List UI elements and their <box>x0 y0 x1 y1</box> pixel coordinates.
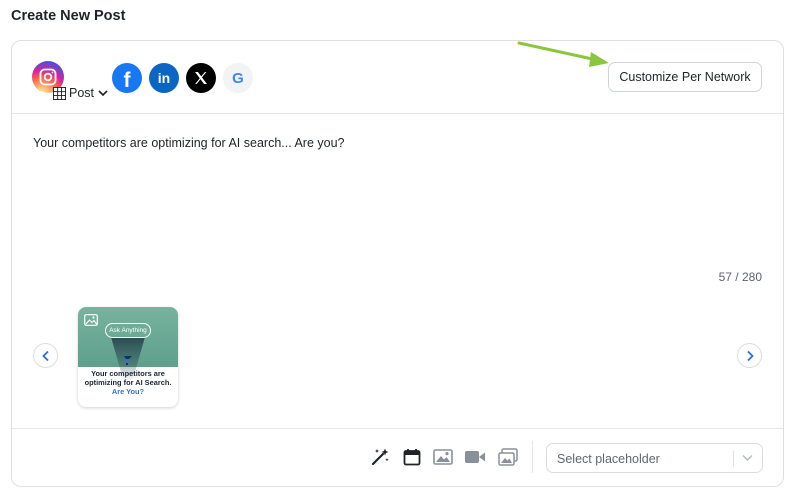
image-badge-icon <box>84 314 98 326</box>
image-icon <box>433 449 453 465</box>
post-text[interactable]: Your competitors are optimizing for AI s… <box>33 136 345 150</box>
annotation-arrow <box>517 41 609 67</box>
composer-toolbar: Select placeholder <box>12 428 783 487</box>
video-icon <box>465 451 485 463</box>
schedule-button[interactable] <box>401 446 423 468</box>
chevron-down-icon <box>742 454 753 462</box>
google-glyph: G <box>232 69 244 87</box>
placeholder-select[interactable]: Select placeholder <box>546 443 763 473</box>
page-title: Create New Post <box>11 8 126 24</box>
previous-media-button[interactable] <box>33 343 58 368</box>
thumbnail-headline: Your competitors are optimizing for AI S… <box>84 369 172 396</box>
next-media-button[interactable] <box>737 343 762 368</box>
post-type-dropdown[interactable]: Post <box>53 85 108 101</box>
linkedin-icon[interactable]: in <box>149 63 179 93</box>
media-gallery-button[interactable] <box>497 446 519 468</box>
ai-magic-icon <box>371 448 389 466</box>
headline-main: Your competitors are optimizing for AI S… <box>84 369 172 387</box>
calendar-icon <box>403 449 421 466</box>
linkedin-glyph: in <box>157 70 171 86</box>
add-video-button[interactable] <box>464 446 486 468</box>
select-separator <box>733 451 734 467</box>
gallery-icon <box>498 448 518 466</box>
x-logo-glyph <box>195 72 207 84</box>
customize-per-network-button[interactable]: Customize Per Network <box>608 62 762 92</box>
create-post-card: Post f in G Customize Per Network Your c… <box>11 40 784 487</box>
x-icon[interactable] <box>186 63 216 93</box>
chevron-right-icon <box>746 350 754 361</box>
character-count: 57 / 280 <box>718 270 762 284</box>
facebook-glyph: f <box>123 68 131 92</box>
brand-logo-icon <box>124 356 132 365</box>
chevron-left-icon <box>41 350 49 361</box>
post-type-label: Post <box>69 86 95 100</box>
placeholder-select-text: Select placeholder <box>557 452 660 466</box>
toolbar-divider <box>532 441 533 473</box>
add-image-button[interactable] <box>432 446 454 468</box>
headline-accent: Are You? <box>111 387 145 396</box>
networks-row: Post f in G Customize Per Network <box>12 41 783 114</box>
ai-magic-button[interactable] <box>369 446 391 468</box>
grid-icon <box>53 86 66 100</box>
chevron-down-icon <box>98 90 108 97</box>
google-icon[interactable]: G <box>223 63 253 93</box>
media-thumbnail[interactable]: Ask Anything Your competitors are optimi… <box>78 307 178 407</box>
ask-anything-pill: Ask Anything <box>105 323 151 338</box>
facebook-icon[interactable]: f <box>112 63 142 93</box>
